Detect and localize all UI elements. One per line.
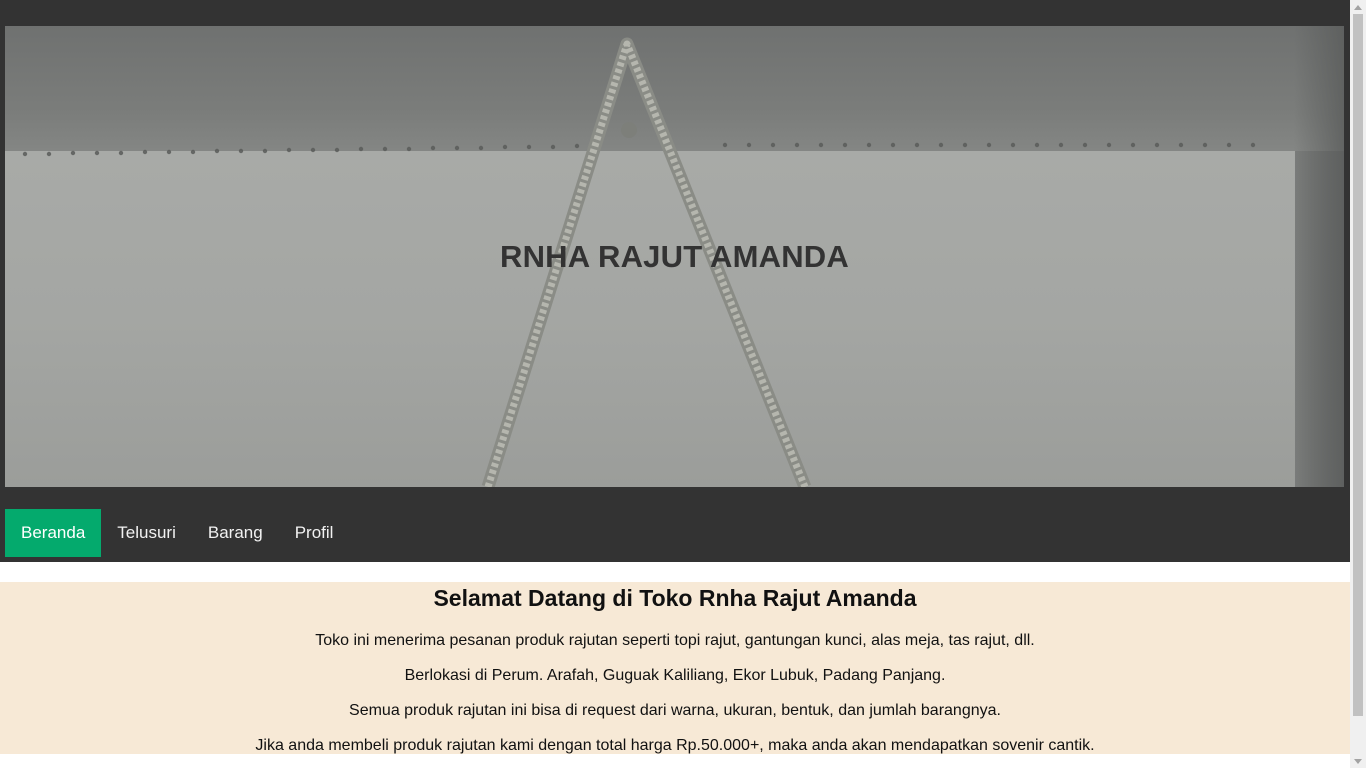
scroll-down-icon[interactable] (1350, 754, 1366, 768)
page: RNHA RAJUT AMANDA Beranda Telusuri Baran… (0, 0, 1350, 768)
nav-item-beranda[interactable]: Beranda (5, 509, 102, 557)
main-nav: Beranda Telusuri Barang Profil (5, 509, 349, 557)
nav-item-barang[interactable]: Barang (192, 509, 279, 557)
hero-banner: RNHA RAJUT AMANDA (5, 26, 1344, 487)
promo-paragraph: Jika anda membeli produk rajutan kami de… (255, 737, 1095, 754)
request-paragraph: Semua produk rajutan ini bisa di request… (349, 702, 1001, 719)
location-paragraph: Berlokasi di Perum. Arafah, Guguak Kalil… (404, 667, 946, 684)
scroll-up-icon[interactable] (1350, 0, 1366, 14)
site-title: RNHA RAJUT AMANDA (500, 239, 849, 274)
welcome-section: Selamat Datang di Toko Rnha Rajut Amanda… (0, 582, 1350, 754)
scroll-thumb[interactable] (1353, 14, 1363, 716)
nav-item-profil[interactable]: Profil (279, 509, 350, 557)
welcome-paragraph: Toko ini menerima pesanan produk rajutan… (315, 632, 1035, 649)
nav-item-telusuri[interactable]: Telusuri (101, 509, 192, 557)
vertical-scrollbar[interactable] (1350, 0, 1366, 768)
welcome-heading: Selamat Datang di Toko Rnha Rajut Amanda (433, 585, 917, 611)
